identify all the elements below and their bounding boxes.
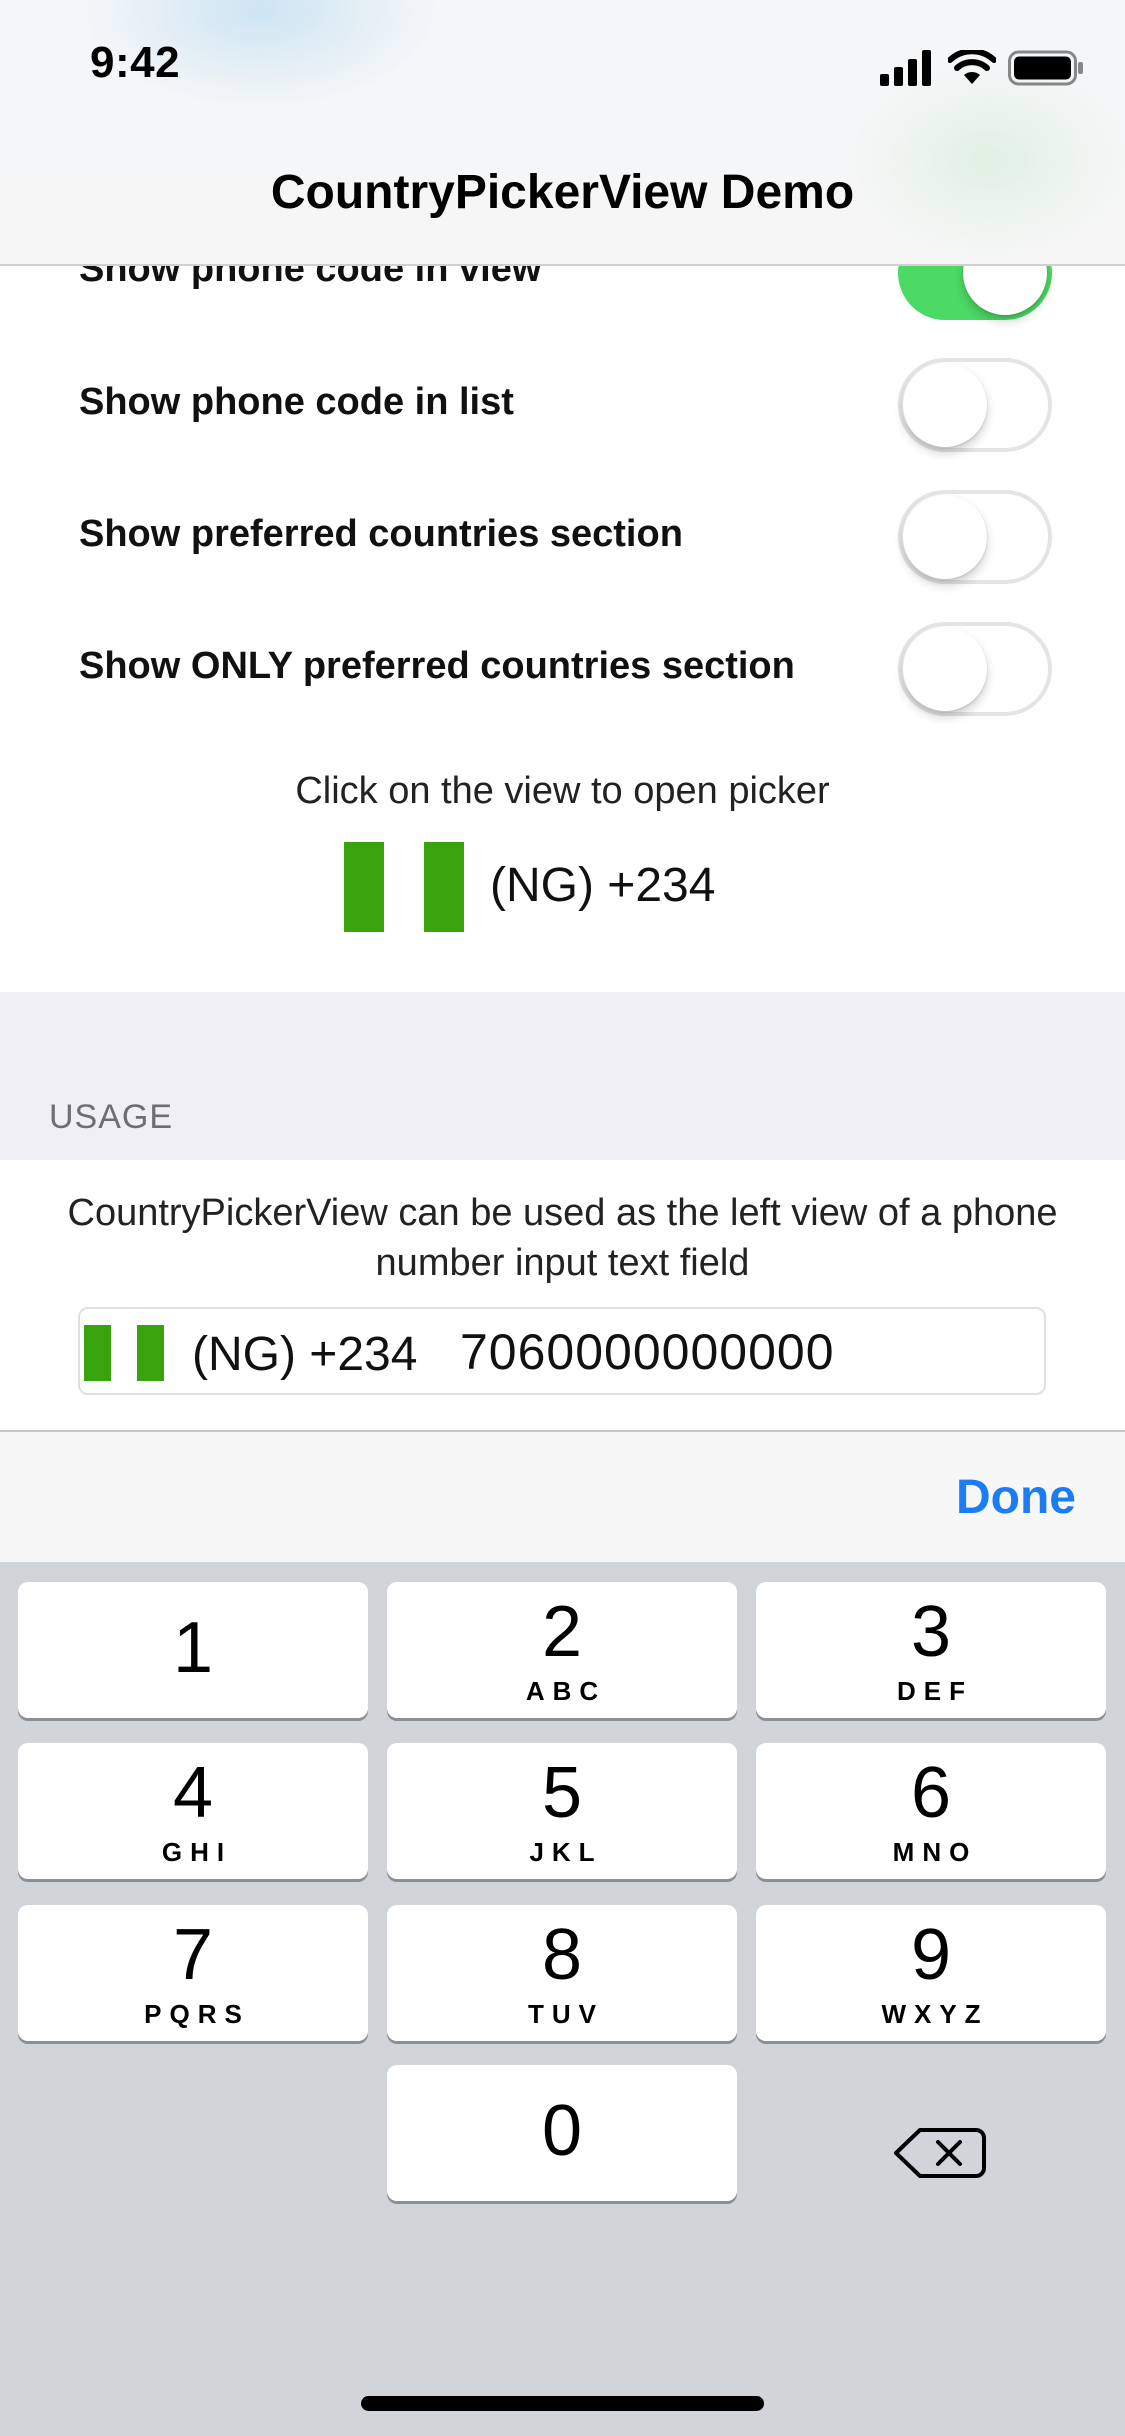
page-title: CountryPickerView Demo	[270, 166, 855, 219]
home-indicator[interactable]	[361, 2396, 764, 2411]
field-country-code[interactable]: (NG) +234	[192, 1327, 417, 1382]
keyboard-toolbar: Done	[0, 1432, 1125, 1562]
key-letters: DEF	[897, 1676, 973, 1706]
key-1[interactable]: 1	[18, 1582, 368, 1718]
key-letters: JKL	[529, 1837, 603, 1867]
key-3[interactable]: 3 DEF	[756, 1582, 1106, 1718]
key-digit: 7	[172, 1915, 214, 1995]
key-digit: 5	[541, 1753, 583, 1833]
number-keypad: 1 2 ABC 3 DEF 4 GHI 5 JKL 6 MNO 7 PQRS 8…	[0, 1562, 1125, 2436]
key-0[interactable]: 0	[387, 2065, 737, 2201]
key-digit: 2	[541, 1592, 583, 1672]
key-7[interactable]: 7 PQRS	[18, 1905, 368, 2041]
done-button[interactable]: Done	[956, 1470, 1076, 1525]
usage-section-header: USAGE	[49, 1098, 174, 1136]
key-digit: 1	[172, 1608, 214, 1688]
picker-hint: Click on the view to open picker	[295, 770, 830, 812]
key-digit: 3	[910, 1592, 952, 1672]
wifi-icon	[948, 50, 996, 84]
key-letters: MNO	[892, 1837, 978, 1867]
key-5[interactable]: 5 JKL	[387, 1743, 737, 1879]
country-code-label[interactable]: (NG) +234	[490, 858, 715, 913]
navigation-bar: 9:42 CountryPickerView Demo	[0, 0, 1125, 266]
phone-number-field[interactable]: (NG) +234 7060000000000	[78, 1307, 1046, 1395]
setting-label-phone-code-list: Show phone code in list	[79, 381, 514, 423]
key-6[interactable]: 6 MNO	[756, 1743, 1106, 1879]
delete-icon[interactable]	[880, 2108, 1000, 2198]
key-letters: ABC	[525, 1676, 607, 1706]
field-flag-icon[interactable]	[84, 1325, 164, 1381]
toggle-preferred-section[interactable]	[898, 490, 1052, 584]
key-letters: GHI	[161, 1837, 233, 1867]
key-digit: 6	[910, 1753, 952, 1833]
key-8[interactable]: 8 TUV	[387, 1905, 737, 2041]
toggle-only-preferred[interactable]	[898, 622, 1052, 716]
key-2[interactable]: 2 ABC	[387, 1582, 737, 1718]
phone-number-value[interactable]: 7060000000000	[460, 1323, 835, 1381]
usage-description: CountryPickerView can be used as the lef…	[67, 1192, 1058, 1284]
status-icons	[880, 48, 1083, 88]
battery-icon	[1008, 50, 1083, 86]
key-letters: TUV	[528, 1999, 604, 2029]
key-digit: 0	[541, 2091, 583, 2171]
status-time: 9:42	[90, 38, 181, 87]
toggle-phone-code-list[interactable]	[898, 358, 1052, 452]
setting-label-preferred-section: Show preferred countries section	[79, 513, 683, 555]
key-digit: 4	[172, 1753, 214, 1833]
setting-label-only-preferred: Show ONLY preferred countries section	[79, 645, 795, 687]
key-digit: 9	[910, 1915, 952, 1995]
key-letters: WXYZ	[881, 1999, 989, 2029]
signal-icon	[880, 50, 931, 86]
key-letters: PQRS	[144, 1999, 250, 2029]
key-9[interactable]: 9 WXYZ	[756, 1905, 1106, 2041]
country-flag-icon[interactable]	[344, 842, 464, 932]
key-digit: 8	[541, 1915, 583, 1995]
key-4[interactable]: 4 GHI	[18, 1743, 368, 1879]
